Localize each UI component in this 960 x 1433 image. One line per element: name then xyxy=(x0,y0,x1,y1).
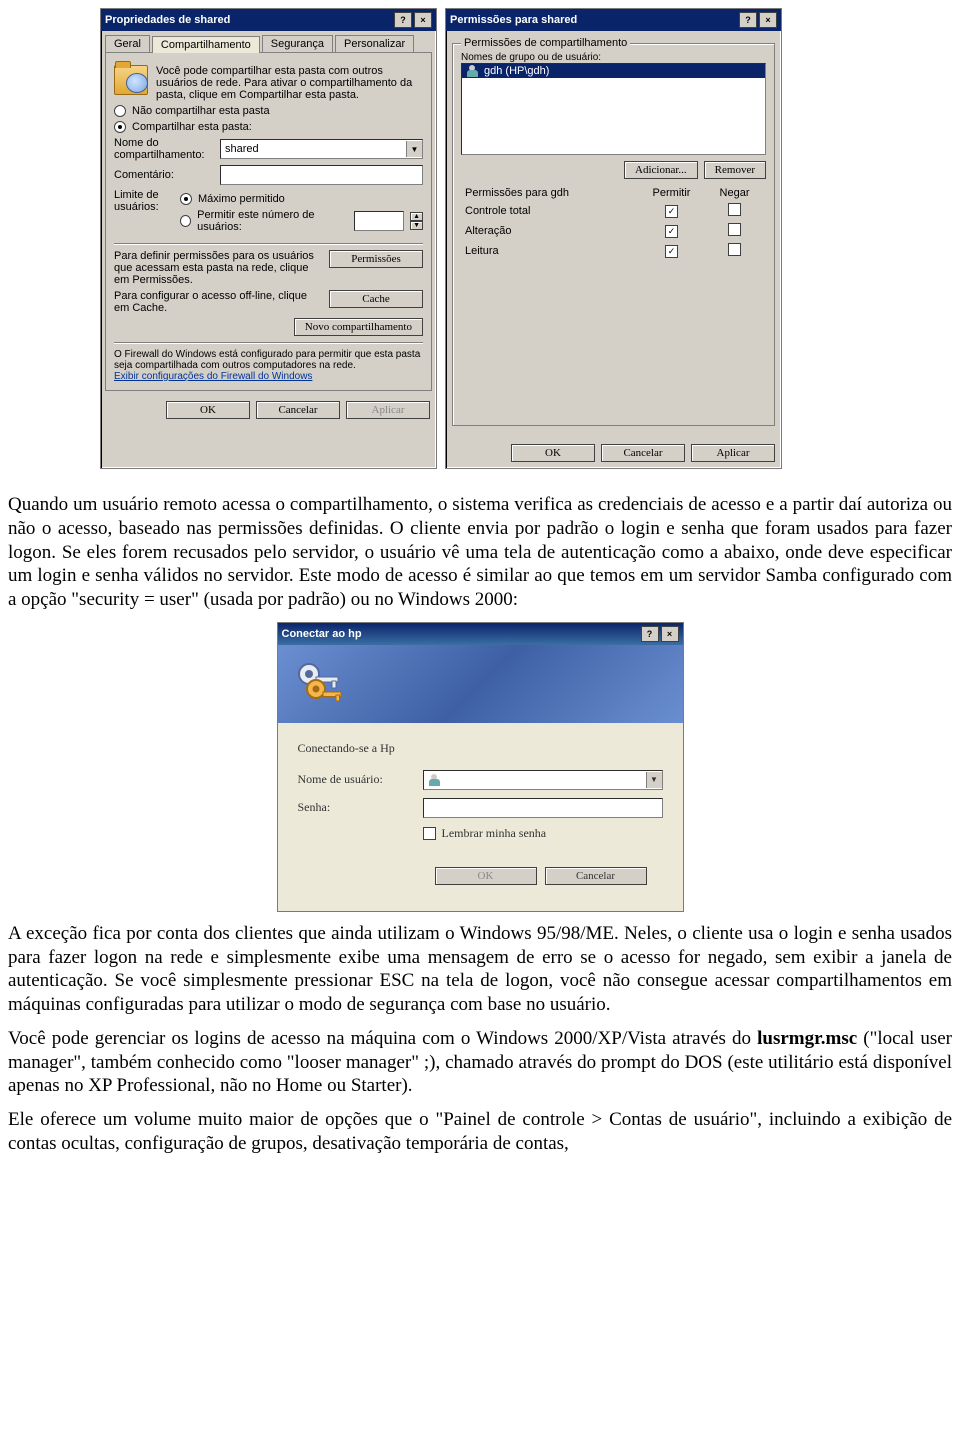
paragraph-2: A exceção fica por conta dos clientes qu… xyxy=(8,922,952,1017)
perm-for-label: Permissões para gdh xyxy=(461,185,640,201)
new-share-button[interactable]: Novo compartilhamento xyxy=(294,318,423,336)
firewall-link[interactable]: Exibir configurações do Firewall do Wind… xyxy=(114,371,423,382)
user-icon xyxy=(466,65,480,77)
connect-status: Conectando-se a Hp xyxy=(298,741,663,756)
cancel-button[interactable]: Cancelar xyxy=(256,401,340,419)
radio-no-share[interactable] xyxy=(114,105,126,117)
cache-hint: Para configurar o acesso off-line, cliqu… xyxy=(114,290,323,314)
permissions-button[interactable]: Permissões xyxy=(329,250,423,268)
close-icon[interactable]: × xyxy=(759,12,777,28)
radio-allow-number-label: Permitir este número de usuários: xyxy=(197,209,348,233)
radio-no-share-label: Não compartilhar esta pasta xyxy=(132,105,270,117)
share-name-field[interactable]: shared ▼ xyxy=(220,139,423,159)
close-icon[interactable]: × xyxy=(414,12,432,28)
radio-max-label: Máximo permitido xyxy=(198,193,285,205)
ok-button[interactable]: OK xyxy=(435,867,537,885)
paragraph-3: Você pode gerenciar os logins de acesso … xyxy=(8,1027,952,1098)
deny-read-checkbox[interactable] xyxy=(728,243,741,256)
properties-dialog: Propriedades de shared ? × Geral Compart… xyxy=(100,8,437,469)
perm-row-change: Alteração xyxy=(461,221,766,241)
share-name-value: shared xyxy=(225,143,259,155)
cancel-button[interactable]: Cancelar xyxy=(545,867,647,885)
firewall-text: O Firewall do Windows está configurado p… xyxy=(114,349,423,371)
tab-personalizar[interactable]: Personalizar xyxy=(335,35,414,52)
radio-max-allowed[interactable] xyxy=(180,193,192,205)
deny-header: Negar xyxy=(703,185,766,201)
properties-tabs: Geral Compartilhamento Segurança Persona… xyxy=(101,31,436,52)
keys-icon xyxy=(292,659,346,709)
user-listbox[interactable]: gdh (HP\gdh) xyxy=(461,63,766,155)
username-label: Nome de usuário: xyxy=(298,772,423,787)
user-limit-label: Limite de usuários: xyxy=(114,189,174,213)
permissions-group-label: Permissões de compartilhamento xyxy=(461,37,630,49)
lusrmgr-text: lusrmgr.msc xyxy=(757,1028,857,1049)
radio-allow-number[interactable] xyxy=(180,215,191,227)
permissions-dialog: Permissões para shared ? × Permissões de… xyxy=(445,8,782,469)
spinner-up-icon[interactable]: ▲ xyxy=(410,212,423,221)
paragraph-1: Quando um usuário remoto acessa o compar… xyxy=(8,493,952,612)
connect-dialog: Conectar ao hp ? × xyxy=(277,622,684,912)
password-label: Senha: xyxy=(298,800,423,815)
help-icon[interactable]: ? xyxy=(394,12,412,28)
names-label: Nomes de grupo ou de usuário: xyxy=(461,52,766,63)
allow-read-checkbox[interactable] xyxy=(665,245,678,258)
ok-button[interactable]: OK xyxy=(511,444,595,462)
paragraph-4: Ele oferece um volume muito maior de opç… xyxy=(8,1108,952,1156)
properties-titlebar: Propriedades de shared ? × xyxy=(101,9,436,31)
allow-full-control-checkbox[interactable] xyxy=(665,205,678,218)
perm-row-read: Leitura xyxy=(461,241,766,261)
radio-share-label: Compartilhar esta pasta: xyxy=(132,121,252,133)
ok-button[interactable]: OK xyxy=(166,401,250,419)
spinner-down-icon[interactable]: ▼ xyxy=(410,221,423,230)
share-name-label: Nome do compartilhamento: xyxy=(114,137,214,161)
perm-row-full-control: Controle total xyxy=(461,201,766,221)
allow-change-checkbox[interactable] xyxy=(665,225,678,238)
perm-label-full: Controle total xyxy=(461,201,640,221)
deny-change-checkbox[interactable] xyxy=(728,223,741,236)
tab-geral[interactable]: Geral xyxy=(105,35,150,52)
apply-button[interactable]: Aplicar xyxy=(346,401,430,419)
add-button[interactable]: Adicionar... xyxy=(624,161,698,179)
deny-full-control-checkbox[interactable] xyxy=(728,203,741,216)
comment-label: Comentário: xyxy=(114,169,214,181)
cancel-button[interactable]: Cancelar xyxy=(601,444,685,462)
username-field[interactable]: ▼ xyxy=(423,770,663,790)
permissions-table: Permissões para gdh Permitir Negar Contr… xyxy=(461,185,766,261)
paragraph-3-pre: Você pode gerenciar os logins de acesso … xyxy=(8,1028,757,1049)
share-intro-text: Você pode compartilhar esta pasta com ou… xyxy=(156,65,423,101)
comment-field[interactable] xyxy=(220,165,423,185)
permissions-hint: Para definir permissões para os usuários… xyxy=(114,250,323,286)
permissions-dialog-title: Permissões para shared xyxy=(450,14,577,26)
perm-label-read: Leitura xyxy=(461,241,640,261)
chevron-down-icon[interactable]: ▼ xyxy=(406,141,422,157)
connect-title: Conectar ao hp xyxy=(282,628,362,640)
apply-button[interactable]: Aplicar xyxy=(691,444,775,462)
user-icon xyxy=(428,774,442,786)
tab-seguranca[interactable]: Segurança xyxy=(262,35,333,52)
remove-button[interactable]: Remover xyxy=(704,161,766,179)
separator-2 xyxy=(114,342,423,343)
permissions-titlebar: Permissões para shared ? × xyxy=(446,9,781,31)
perm-label-change: Alteração xyxy=(461,221,640,241)
cache-button[interactable]: Cache xyxy=(329,290,423,308)
connect-titlebar: Conectar ao hp ? × xyxy=(278,623,683,645)
password-field[interactable] xyxy=(423,798,663,818)
radio-share[interactable] xyxy=(114,121,126,133)
allow-header: Permitir xyxy=(640,185,703,201)
close-icon[interactable]: × xyxy=(661,626,679,642)
user-list-item[interactable]: gdh (HP\gdh) xyxy=(462,64,765,78)
help-icon[interactable]: ? xyxy=(739,12,757,28)
properties-title: Propriedades de shared xyxy=(105,14,230,26)
user-entry-text: gdh (HP\gdh) xyxy=(484,65,549,77)
chevron-down-icon[interactable]: ▼ xyxy=(646,772,662,788)
tab-compartilhamento[interactable]: Compartilhamento xyxy=(152,36,260,53)
dialog-pair: Propriedades de shared ? × Geral Compart… xyxy=(0,0,960,477)
help-icon[interactable]: ? xyxy=(641,626,659,642)
separator xyxy=(114,243,423,244)
share-overlay-icon xyxy=(126,73,148,93)
remember-password-checkbox[interactable] xyxy=(423,827,436,840)
connect-banner xyxy=(278,645,683,723)
remember-password-label: Lembrar minha senha xyxy=(442,826,547,841)
user-limit-spinner[interactable] xyxy=(354,211,404,231)
